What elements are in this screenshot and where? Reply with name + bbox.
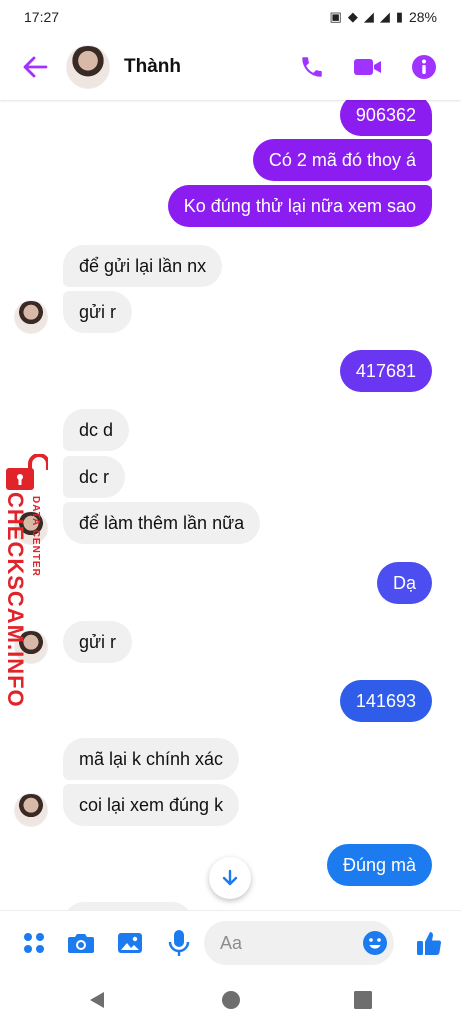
more-actions-button[interactable] <box>19 928 49 958</box>
watermark-main-text: CHECKSCAM.INFO <box>3 492 28 708</box>
emoji-icon <box>363 931 387 955</box>
message-outgoing[interactable]: 906362 <box>339 100 432 136</box>
message-outgoing[interactable]: 417681 <box>339 350 432 392</box>
nav-recents-icon[interactable] <box>352 989 374 1011</box>
message-outgoing[interactable]: 141693 <box>339 680 432 722</box>
chevron-down-icon <box>222 869 238 886</box>
message-incoming[interactable]: mã lại k chính xác <box>63 738 240 780</box>
video-call-button[interactable] <box>353 52 383 82</box>
status-icons: ▣ ◆ ◢ ◢ ▮ 28% <box>330 9 437 25</box>
message-outgoing[interactable]: Ko đúng thử lại nữa xem sao <box>167 185 432 227</box>
gallery-button[interactable] <box>115 928 145 958</box>
contact-name[interactable]: Thành <box>124 56 297 78</box>
message-incoming[interactable]: dc d <box>63 409 130 451</box>
like-icon <box>417 932 442 955</box>
scroll-to-bottom-button[interactable] <box>209 857 251 899</box>
emoji-button[interactable] <box>360 928 390 958</box>
info-icon <box>412 55 436 79</box>
system-navigation-bar <box>0 974 461 1024</box>
watermark: CHECKSCAM.INFO DATA CENTER <box>0 452 52 708</box>
message-incoming[interactable]: dc r <box>63 456 126 498</box>
conversation-header: Thành <box>0 34 461 100</box>
message-list[interactable]: 906362 Có 2 mã đó thoy á Ko đúng thử lại… <box>0 100 461 910</box>
signal-icon: ◢ <box>363 9 374 24</box>
voice-call-button[interactable] <box>297 52 327 82</box>
voice-message-button[interactable] <box>164 928 194 958</box>
mic-icon <box>168 930 190 956</box>
message-incoming[interactable]: để gửi lại lần nx <box>63 245 223 287</box>
nav-home-icon[interactable] <box>220 989 242 1011</box>
conversation-info-button[interactable] <box>409 52 439 82</box>
message-incoming[interactable]: gửi r <box>63 291 133 333</box>
message-incoming[interactable]: coi lại xem đúng k <box>63 784 240 826</box>
message-composer: Aa <box>0 910 461 974</box>
camera-button[interactable] <box>66 928 96 958</box>
like-button[interactable] <box>414 928 444 958</box>
camera-icon <box>68 934 94 953</box>
wifi-icon: ◆ <box>347 9 358 24</box>
apps-icon <box>24 933 44 953</box>
video-icon <box>354 59 381 75</box>
battery-icon: ▮ <box>395 9 403 24</box>
phone-icon <box>302 57 322 77</box>
message-incoming[interactable]: để làm thêm lần nữa <box>63 502 261 544</box>
message-incoming-partial[interactable] <box>63 902 193 910</box>
message-outgoing[interactable]: Dạ <box>376 562 432 604</box>
nav-back-icon[interactable] <box>86 989 108 1011</box>
back-arrow-icon <box>23 56 48 78</box>
sender-avatar <box>14 300 48 334</box>
message-outgoing[interactable]: Có 2 mã đó thoy á <box>252 139 432 181</box>
contact-avatar[interactable] <box>66 45 110 89</box>
signal-icon-2: ◢ <box>379 9 390 24</box>
notification-icon: ▣ <box>329 9 342 24</box>
lock-icon <box>6 454 48 490</box>
sender-avatar <box>14 793 48 827</box>
battery-level: 28% <box>408 9 437 25</box>
message-incoming[interactable]: gửi r <box>63 621 133 663</box>
message-outgoing[interactable]: Đúng mà <box>326 844 432 886</box>
status-bar: 17:27 ▣ ◆ ◢ ◢ ▮ 28% <box>0 0 461 34</box>
watermark-sub-text: DATA CENTER <box>30 496 41 577</box>
back-button[interactable] <box>20 52 50 82</box>
message-input-placeholder: Aa <box>220 932 243 953</box>
status-time: 17:27 <box>24 9 60 25</box>
gallery-icon <box>118 933 142 953</box>
